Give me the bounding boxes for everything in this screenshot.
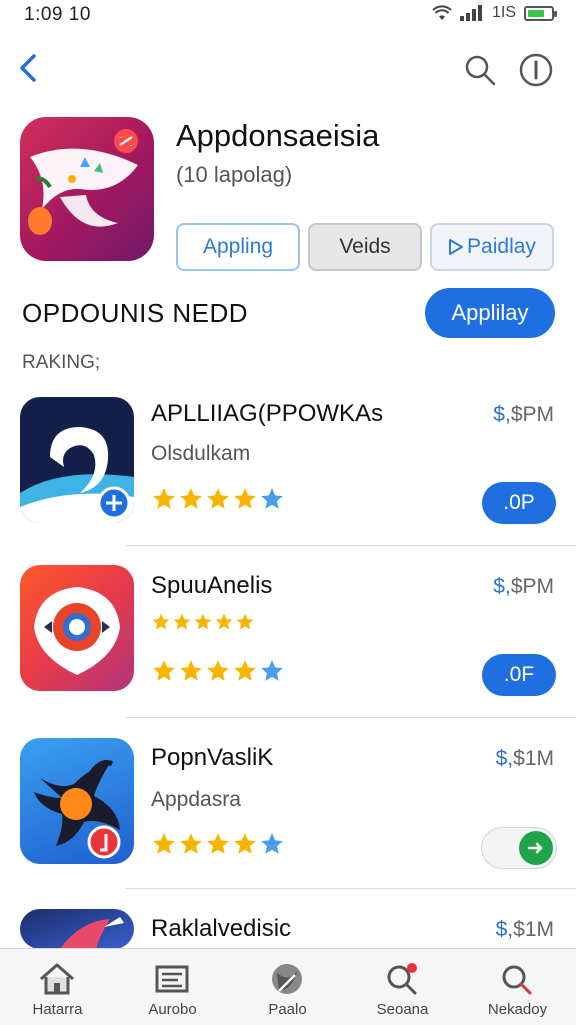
star-icon [207, 833, 229, 854]
tab-search-2[interactable]: Nekadoy [460, 949, 575, 1025]
rating-stars [151, 658, 285, 684]
ranking-label: RAKING; [22, 352, 101, 373]
pill-button-3[interactable]: Paidlay [430, 223, 554, 271]
star-icon [215, 613, 233, 630]
star-icon [194, 613, 212, 630]
app-subtitle: (10 lapolag) [176, 162, 293, 187]
tab-label: Hatarra [32, 1001, 83, 1018]
star-icon [261, 488, 283, 509]
signal-icon [459, 5, 482, 21]
list-item-price: $,$1M [495, 747, 554, 770]
section-title: OPDOUNIS NEDD [22, 298, 249, 328]
battery-icon [524, 5, 557, 21]
star-icon [180, 660, 202, 681]
app-icon[interactable] [20, 117, 154, 261]
tab-games[interactable]: Paalo [230, 949, 345, 1025]
search-icon [387, 963, 417, 995]
tab-search[interactable]: Seoana [345, 949, 460, 1025]
list-item-subtitle: Olsdulkam [151, 442, 251, 465]
tab-label: Aurobo [148, 1001, 197, 1018]
star-icon [236, 613, 254, 630]
star-icon [207, 488, 229, 509]
info-icon[interactable] [519, 53, 553, 87]
list-item-title: APLLIIAG(PPOWKAs [151, 400, 384, 427]
list-item-subtitle: Appdasra [151, 788, 241, 811]
divider [125, 888, 576, 889]
get-button[interactable]: .0P [482, 482, 556, 524]
divider [125, 545, 576, 546]
arrow-icon [527, 842, 543, 854]
wifi-icon [432, 5, 452, 20]
tab-label: Nekadoy [487, 1001, 548, 1018]
star-icon [153, 488, 175, 509]
star-icon [153, 660, 175, 681]
star-icon [234, 488, 256, 509]
get-button[interactable]: .0F [482, 654, 556, 696]
games-icon [272, 964, 302, 994]
toggle-switch[interactable] [481, 827, 557, 869]
pill-button-2[interactable]: Veids [308, 223, 422, 271]
star-icon [152, 613, 170, 630]
primary-button[interactable]: Applilay [425, 288, 555, 338]
home-icon [40, 963, 74, 995]
list-item-price: $,$1M [495, 918, 554, 941]
tab-bar: Hatarra Aurobo Paalo Seoana Nekadoy [0, 948, 576, 1025]
search-icon[interactable] [463, 53, 497, 87]
tab-apps[interactable]: Aurobo [115, 949, 230, 1025]
pill-button-1[interactable]: Appling [176, 223, 300, 271]
star-icon [180, 833, 202, 854]
list-item-title: Raklalvedisic [151, 915, 292, 942]
list-item-icon[interactable] [20, 909, 134, 949]
star-icon [207, 660, 229, 681]
tab-label: Paalo [268, 1001, 307, 1018]
star-icon [153, 833, 175, 854]
rating-stars [151, 612, 255, 632]
search-icon [502, 965, 532, 995]
list-item-title: PopnVasliK [151, 744, 274, 771]
toggle-knob [519, 831, 553, 865]
rating-stars [151, 486, 285, 512]
status-icons: 1IS [432, 4, 557, 22]
tab-label: Seoana [376, 1001, 429, 1018]
list-item-icon[interactable] [20, 565, 134, 691]
list-item-icon[interactable] [20, 738, 134, 864]
list-item-price: $,$PM [493, 403, 554, 426]
star-icon [261, 833, 283, 854]
signal-text: 1IS [491, 4, 516, 21]
list-item-price: $,$PM [493, 575, 554, 598]
app-title: Appdonsaeisia [176, 118, 380, 153]
star-icon [261, 660, 283, 681]
star-icon [234, 833, 256, 854]
play-icon [449, 239, 464, 255]
list-item-title: SpuuAnelis [151, 572, 273, 599]
list-item-icon[interactable] [20, 397, 134, 523]
star-icon [180, 488, 202, 509]
rating-stars [151, 831, 285, 857]
tab-home[interactable]: Hatarra [0, 949, 115, 1025]
star-icon [234, 660, 256, 681]
divider [125, 717, 576, 718]
chevron-left-icon[interactable] [14, 48, 44, 88]
pill-label: Paidlay [467, 235, 536, 258]
apps-icon [155, 965, 189, 993]
star-icon [173, 613, 191, 630]
status-time: 1:09 10 [24, 4, 91, 25]
